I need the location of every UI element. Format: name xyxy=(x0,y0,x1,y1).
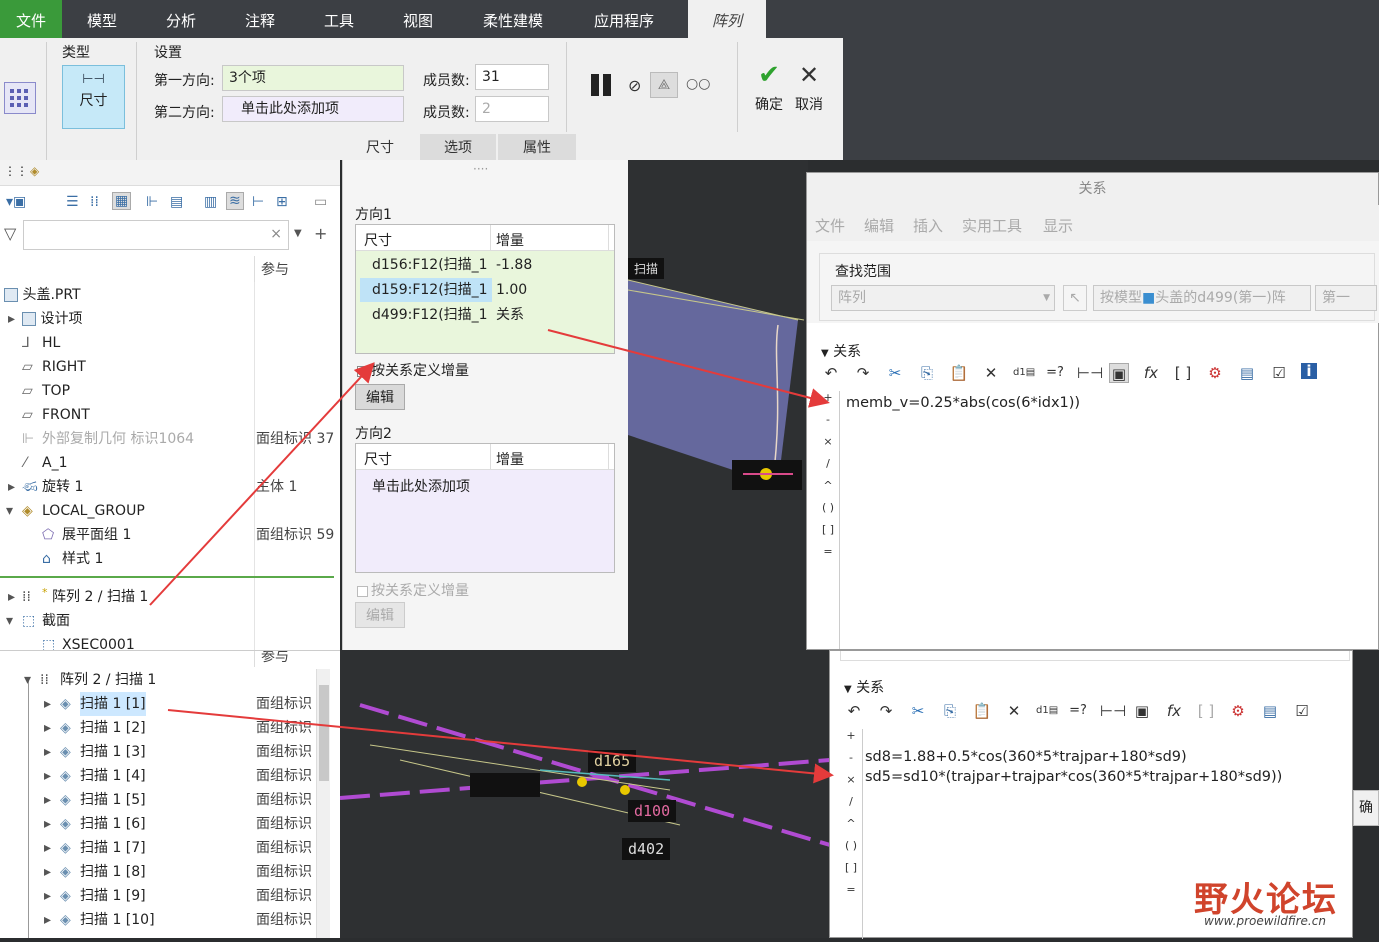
annotation-arrows xyxy=(149,329,834,784)
watermark-logo: 野火论坛 www.proewildfire.cn xyxy=(1194,880,1338,928)
